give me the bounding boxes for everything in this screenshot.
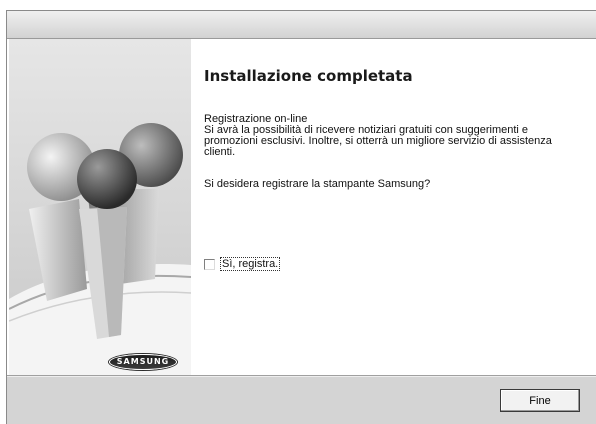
register-checkbox[interactable] bbox=[204, 258, 215, 270]
spheres-illustration bbox=[9, 39, 191, 375]
register-checkbox-row[interactable]: Sì, registra. bbox=[204, 257, 281, 271]
finish-button[interactable]: Fine bbox=[500, 389, 580, 412]
title-bar[interactable] bbox=[7, 11, 596, 39]
button-bar: Fine bbox=[7, 375, 596, 424]
register-checkbox-label[interactable]: Sì, registra. bbox=[220, 257, 281, 271]
description-line: clienti. bbox=[204, 146, 236, 158]
page-title: Installazione completata bbox=[204, 67, 413, 85]
samsung-logo: SAMSUNG bbox=[109, 354, 177, 370]
registration-description: Registrazione on-line Si avrà la possibi… bbox=[204, 114, 589, 158]
side-banner: SAMSUNG bbox=[9, 39, 191, 375]
installer-window: SAMSUNG Installazione completata Registr… bbox=[6, 10, 596, 424]
footer-divider bbox=[7, 376, 596, 377]
register-question: Si desidera registrare la stampante Sams… bbox=[204, 178, 431, 190]
content-panel: Installazione completata Registrazione o… bbox=[191, 39, 596, 375]
description-line: promozioni esclusivi. Inoltre, si otterr… bbox=[204, 135, 552, 147]
